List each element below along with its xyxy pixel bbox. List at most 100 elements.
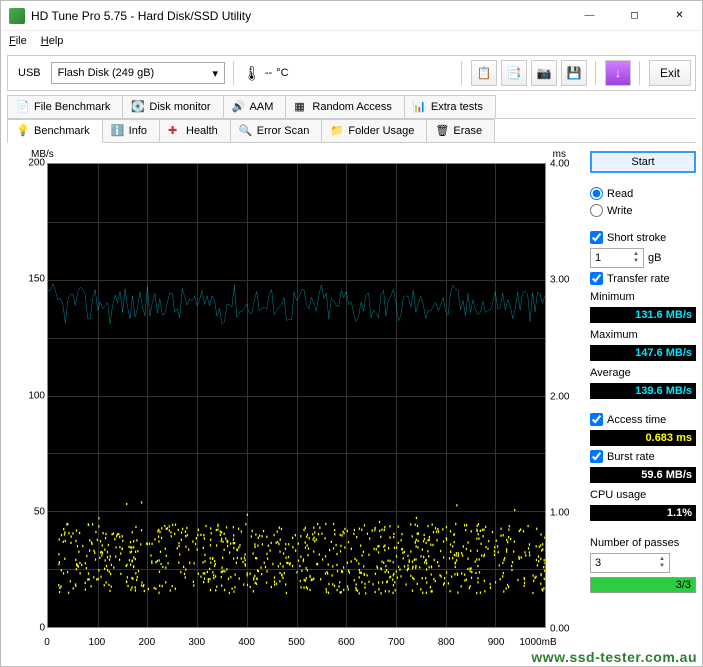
menu-file[interactable]: File (9, 35, 27, 47)
plot-svg (48, 164, 545, 627)
xtick: 900 (488, 637, 505, 648)
xtick: 100 (89, 637, 106, 648)
write-radio[interactable]: Write (590, 204, 696, 217)
tab-random-access[interactable]: ▦Random Access (285, 95, 404, 118)
average-label: Average (590, 367, 696, 379)
num-passes-box: 3 ▲▼ (590, 553, 696, 573)
ytick-left: 100 (11, 390, 45, 401)
unit-label: gB (648, 252, 661, 264)
close-button[interactable]: ✕ (657, 1, 702, 31)
screenshot-button[interactable]: 📷 (531, 60, 557, 86)
health-icon: ✚ (168, 124, 182, 138)
maximum-label: Maximum (590, 329, 696, 341)
access-time-value: 0.683 ms (590, 430, 696, 446)
folder-icon: 📁 (330, 124, 344, 138)
options-button[interactable]: ↓ (605, 60, 631, 86)
xtick: 400 (238, 637, 255, 648)
tabs: 📄File Benchmark 💽Disk monitor 🔊AAM ▦Rand… (7, 95, 696, 143)
monitor-icon: 💽 (131, 100, 145, 114)
xtick: 600 (338, 637, 355, 648)
progress-bar: 3/3 (590, 577, 696, 593)
temp-value: -- (265, 67, 272, 79)
spinner-icon[interactable]: ▲▼ (659, 556, 665, 570)
window-title: HD Tune Pro 5.75 - Hard Disk/SSD Utility (31, 9, 567, 23)
titlebar: HD Tune Pro 5.75 - Hard Disk/SSD Utility… (1, 1, 702, 31)
tab-health[interactable]: ✚Health (159, 119, 231, 142)
xtick: 1000mB (519, 637, 556, 648)
ytick-left: 200 (11, 158, 45, 169)
chevron-down-icon: ▾ (213, 67, 219, 80)
exit-button[interactable]: Exit (649, 60, 691, 86)
tab-row-bottom: 💡Benchmark ℹ️Info ✚Health 🔍Error Scan 📁F… (7, 119, 696, 143)
maximum-value: 147.6 MB/s (590, 345, 696, 361)
short-stroke-input[interactable]: 1 ▲▼ (590, 248, 644, 268)
temp-unit: °C (276, 67, 288, 79)
average-value: 139.6 MB/s (590, 383, 696, 399)
maximize-button[interactable]: ◻ (612, 1, 657, 31)
tab-extra-tests[interactable]: 📊Extra tests (404, 95, 496, 118)
ytick-right: 2.00 (550, 389, 582, 402)
xtick: 300 (188, 637, 205, 648)
search-icon: 🔍 (239, 124, 253, 138)
file-icon: 📄 (16, 100, 30, 114)
transfer-rate-check[interactable]: Transfer rate (590, 272, 696, 285)
burst-rate-check[interactable]: Burst rate (590, 450, 696, 463)
separator (233, 61, 235, 85)
xtick: 0 (44, 637, 50, 648)
speaker-icon: 🔊 (232, 100, 246, 114)
ytick-left: 150 (11, 274, 45, 285)
start-button[interactable]: Start (590, 151, 696, 173)
ytick-right: 1.00 (550, 505, 582, 518)
tab-erase[interactable]: 🗑Erase (426, 119, 495, 142)
short-stroke-value: 1 ▲▼ gB (590, 248, 696, 268)
access-time-check[interactable]: Access time (590, 413, 696, 426)
num-passes-input[interactable]: 3 ▲▼ (590, 553, 670, 573)
minimum-label: Minimum (590, 291, 696, 303)
tab-error-scan[interactable]: 🔍Error Scan (230, 119, 323, 142)
chart-wrap: MB/s ms 200 150 100 50 0 4.00 3.00 2.00 … (7, 149, 582, 652)
save-button[interactable]: 💾 (561, 60, 587, 86)
tab-benchmark[interactable]: 💡Benchmark (7, 119, 103, 143)
ytick-right: 4.00 (550, 157, 582, 170)
sidebar: Start Read Write Short stroke 1 ▲▼ gB Tr… (590, 149, 696, 652)
menu-help[interactable]: Help (41, 35, 64, 47)
minimize-button[interactable]: — (567, 1, 612, 31)
spinner-icon[interactable]: ▲▼ (633, 251, 639, 265)
thermometer-icon: 🌡 (243, 65, 261, 82)
separator (639, 61, 641, 85)
random-icon: ▦ (294, 100, 308, 114)
tab-row-top: 📄File Benchmark 💽Disk monitor 🔊AAM ▦Rand… (7, 95, 696, 119)
copy-info-button[interactable]: 📋 (471, 60, 497, 86)
drive-select[interactable]: Flash Disk (249 gB) ▾ (51, 62, 225, 84)
menubar: File Help (1, 31, 702, 51)
short-stroke-check[interactable]: Short stroke (590, 231, 696, 244)
num-passes-label: Number of passes (590, 537, 696, 549)
burst-rate-value: 59.6 MB/s (590, 467, 696, 483)
tab-aam[interactable]: 🔊AAM (223, 95, 287, 118)
separator (461, 61, 463, 85)
content-area: MB/s ms 200 150 100 50 0 4.00 3.00 2.00 … (1, 143, 702, 656)
bus-label: USB (12, 64, 47, 82)
progress-text: 3/3 (591, 578, 695, 592)
read-radio[interactable]: Read (590, 187, 696, 200)
tab-disk-monitor[interactable]: 💽Disk monitor (122, 95, 223, 118)
tab-info[interactable]: ℹ️Info (102, 119, 160, 142)
xtick: 800 (438, 637, 455, 648)
drive-select-value: Flash Disk (249 gB) (58, 67, 155, 79)
tests-icon: 📊 (413, 100, 427, 114)
tab-file-benchmark[interactable]: 📄File Benchmark (7, 95, 123, 118)
minimum-value: 131.6 MB/s (590, 307, 696, 323)
xtick: 200 (138, 637, 155, 648)
trash-icon: 🗑 (435, 124, 449, 138)
xtick: 700 (388, 637, 405, 648)
separator (595, 61, 597, 85)
watermark: www.ssd-tester.com.au (531, 649, 697, 665)
copy-results-button[interactable]: 📑 (501, 60, 527, 86)
app-icon (9, 8, 25, 24)
ytick-right: 3.00 (550, 273, 582, 286)
info-icon: ℹ️ (111, 124, 125, 138)
ytick-left: 50 (11, 506, 45, 517)
tab-folder-usage[interactable]: 📁Folder Usage (321, 119, 427, 142)
xtick: 500 (288, 637, 305, 648)
chart-panel: MB/s ms 200 150 100 50 0 4.00 3.00 2.00 … (7, 149, 582, 652)
